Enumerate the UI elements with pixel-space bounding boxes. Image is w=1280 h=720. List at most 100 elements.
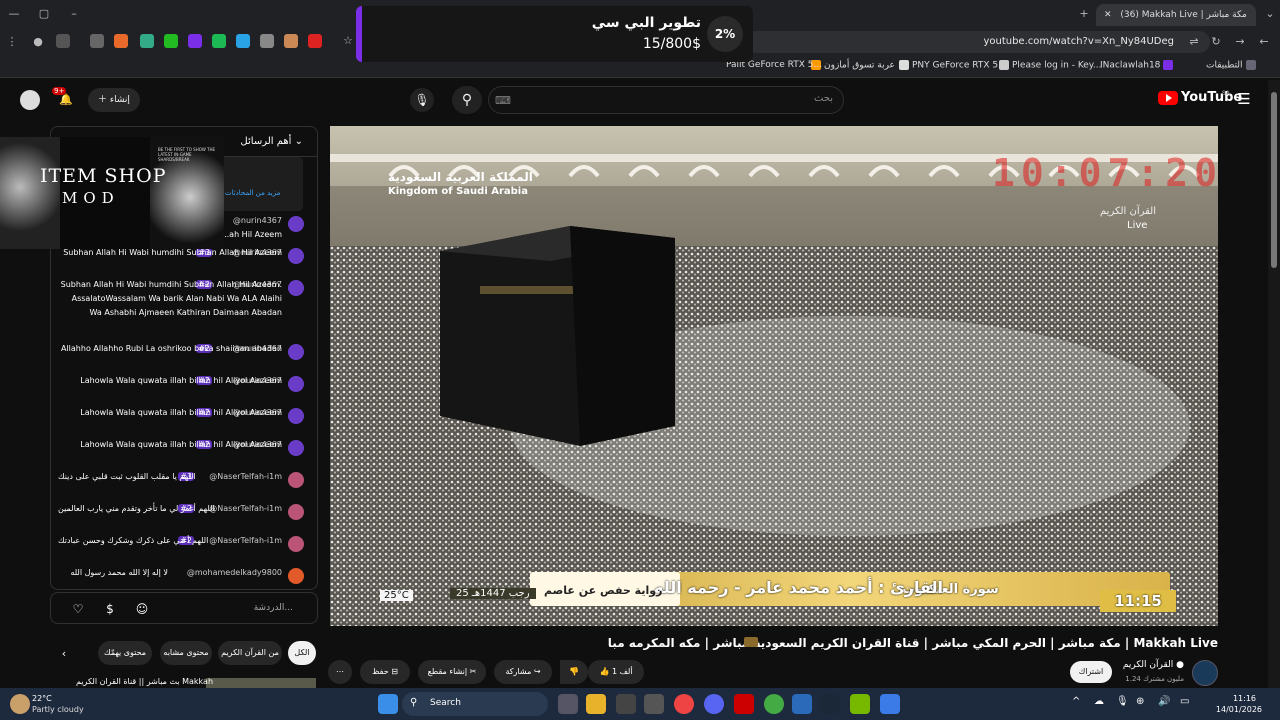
dislike-button[interactable]: 👎: [560, 660, 588, 684]
new-tab-icon[interactable]: +: [1076, 6, 1092, 22]
more-actions-button[interactable]: ⋯: [328, 660, 352, 684]
site-settings-icon[interactable]: ⇌: [1186, 34, 1202, 50]
super-chat-icon[interactable]: $: [101, 600, 119, 618]
audio-icon[interactable]: [260, 34, 274, 48]
bookmark-item[interactable]: INaclawlah18: [1100, 60, 1176, 71]
subscribe-button[interactable]: اشتراك: [1070, 661, 1112, 683]
avatar[interactable]: [288, 568, 304, 584]
extension-icon[interactable]: [56, 34, 70, 48]
chat-input-box[interactable]: الدردشة... ☺ $ ♡: [50, 592, 318, 624]
steam-icon[interactable]: [820, 694, 840, 714]
avatar[interactable]: [288, 408, 304, 424]
extension-icon[interactable]: [308, 34, 322, 48]
heart-icon[interactable]: ♡: [69, 600, 87, 618]
extension-icon[interactable]: [188, 34, 202, 48]
channel-avatar[interactable]: [1192, 660, 1218, 686]
bookmark-item[interactable]: PNY GeForce RTX 5...: [896, 60, 1007, 71]
reload-icon[interactable]: ↻: [1208, 34, 1224, 50]
windows-start-icon[interactable]: [378, 694, 398, 714]
voice-search-button[interactable]: 🎙: [410, 88, 434, 112]
extension-icon[interactable]: [140, 34, 154, 48]
tray-chevron-icon[interactable]: ^: [1072, 696, 1080, 707]
tab-active[interactable]: ✕ (36) Makkah Live | مكة مباشر: [1096, 4, 1256, 26]
settings-gear-icon[interactable]: [644, 694, 664, 714]
avatar[interactable]: [288, 440, 304, 456]
extension-icon[interactable]: [164, 34, 178, 48]
chat-username[interactable]: @mohamedelkady9800: [187, 568, 282, 577]
maximize-icon[interactable]: ▢: [36, 6, 52, 22]
chat-username[interactable]: @nurin4367: [233, 216, 282, 225]
microphone-icon[interactable]: 🎙: [1116, 696, 1129, 707]
chevron-left-icon[interactable]: ‹: [56, 646, 72, 662]
extensions-puzzle-icon[interactable]: [90, 34, 104, 48]
avatar[interactable]: [288, 216, 304, 232]
filter-chip[interactable]: محتوى يهمّك: [98, 641, 152, 665]
discord-icon[interactable]: [704, 694, 724, 714]
bookmark-star-icon[interactable]: ☆: [340, 33, 356, 49]
video-player[interactable]: 10:07:20:57 المملكة العربية السعودية Kin…: [330, 126, 1218, 626]
nvidia-icon[interactable]: [850, 694, 870, 714]
file-explorer-icon[interactable]: [586, 694, 606, 714]
battery-icon[interactable]: ▭: [1180, 696, 1189, 707]
chrome-icon[interactable]: [674, 694, 694, 714]
taskbar-search[interactable]: ⚲ Search: [402, 692, 548, 716]
filter-chip[interactable]: محتوى مشابه: [160, 641, 212, 665]
pinned-message[interactable]: مزيد من المحادثات: [221, 157, 303, 211]
bookmark-item[interactable]: Please log in - Key...: [996, 60, 1101, 71]
tab-search-icon[interactable]: ⌄: [1262, 6, 1278, 22]
channel-name[interactable]: القرآن الكريم ●: [1123, 660, 1184, 670]
avatar[interactable]: [288, 376, 304, 392]
close-window-icon[interactable]: –: [66, 6, 82, 22]
extension-icon[interactable]: [284, 34, 298, 48]
extension-icon[interactable]: [212, 34, 226, 48]
tray-icon[interactable]: ☁: [1094, 696, 1104, 707]
chat-mode-dropdown[interactable]: أهم الرسائل ⌄: [240, 136, 303, 147]
forward-icon[interactable]: →: [1232, 34, 1248, 50]
avatar[interactable]: [20, 90, 40, 110]
minimize-icon[interactable]: —: [6, 6, 22, 22]
save-button[interactable]: حفظ ⊟: [360, 660, 410, 684]
avatar[interactable]: [288, 536, 304, 552]
bookmark-icon: ⊟: [391, 667, 398, 676]
back-icon[interactable]: ←: [1256, 34, 1272, 50]
avatar[interactable]: [288, 248, 304, 264]
like-button[interactable]: 👍 1 ألف: [588, 660, 644, 684]
chrome-icon[interactable]: [764, 694, 784, 714]
pinned-more-link[interactable]: مزيد من المحادثات: [225, 189, 280, 197]
filter-chip-all[interactable]: الكل: [288, 641, 316, 665]
video-time: 11:15: [1100, 590, 1176, 612]
app-icon[interactable]: [616, 694, 636, 714]
search-button[interactable]: ⚲: [452, 86, 482, 114]
filter-chip[interactable]: من القرآن الكريم: [218, 641, 282, 665]
menu-dots-icon[interactable]: ⋮: [4, 34, 20, 50]
item-shop-caption: BE THE FIRST TO SHOW THE LATEST IN-GAME …: [158, 147, 216, 162]
network-icon[interactable]: ⊕: [1136, 696, 1144, 707]
weather-icon[interactable]: [10, 694, 30, 714]
avatar[interactable]: [288, 280, 304, 296]
related-video-item[interactable]: بث مباشر || قناة القرآن الكريم Makkah: [76, 678, 316, 688]
volume-icon[interactable]: 🔊: [1158, 696, 1170, 707]
task-view-icon[interactable]: [558, 694, 578, 714]
chat-message: @nurin4367 #2 Allahho Allahho Rubi La os…: [58, 342, 304, 370]
tab-close-icon[interactable]: ✕: [1104, 10, 1112, 20]
bookmark-apps[interactable]: التطبيقات: [1206, 60, 1259, 71]
clip-button[interactable]: إنشاء مقطع ✂: [418, 660, 486, 684]
avatar[interactable]: [288, 504, 304, 520]
scrollbar-thumb[interactable]: [1271, 92, 1277, 268]
create-button[interactable]: ＋ إنشاء: [88, 88, 140, 112]
profile-icon[interactable]: ●: [30, 34, 46, 50]
app-icon[interactable]: [880, 694, 900, 714]
search-input[interactable]: بحث ⌨: [488, 86, 844, 114]
taskbar-time[interactable]: 11:16: [1233, 694, 1256, 703]
avatar[interactable]: [288, 472, 304, 488]
extension-icon[interactable]: [114, 34, 128, 48]
weather-temperature[interactable]: 22°C: [32, 694, 52, 703]
search-placeholder: بحث: [813, 93, 833, 104]
app-icon[interactable]: [734, 694, 754, 714]
app-icon[interactable]: [792, 694, 812, 714]
share-button[interactable]: مشاركة ↪: [494, 660, 552, 684]
extension-icon[interactable]: [236, 34, 250, 48]
emoji-icon[interactable]: ☺: [133, 600, 151, 618]
keyboard-icon[interactable]: ⌨: [495, 93, 511, 109]
avatar[interactable]: [288, 344, 304, 360]
